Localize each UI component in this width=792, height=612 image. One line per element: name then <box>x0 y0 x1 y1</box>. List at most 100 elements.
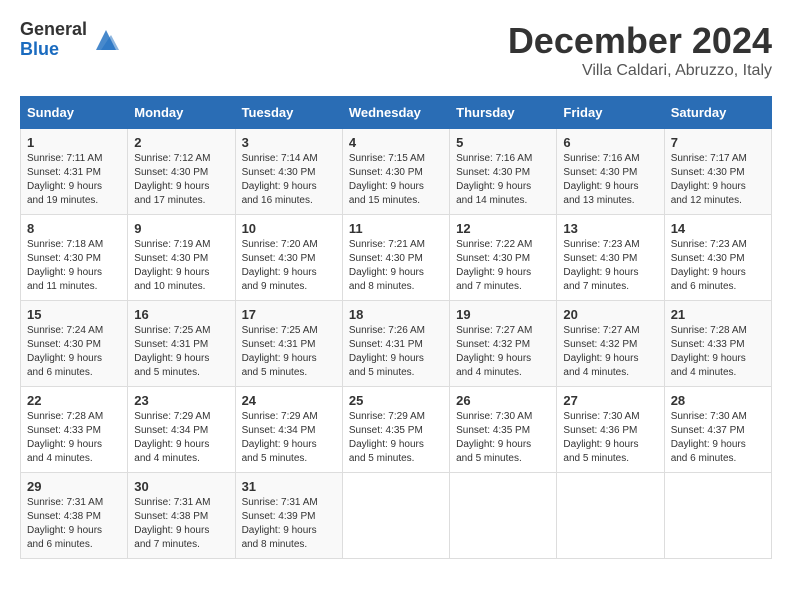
day-number: 7 <box>671 135 765 150</box>
day-number: 30 <box>134 479 228 494</box>
calendar-cell: 21 Sunrise: 7:28 AM Sunset: 4:33 PM Dayl… <box>664 301 771 387</box>
day-header-wednesday: Wednesday <box>342 97 449 129</box>
day-info: Sunrise: 7:21 AM Sunset: 4:30 PM Dayligh… <box>349 238 443 294</box>
day-number: 8 <box>27 221 121 236</box>
day-number: 5 <box>456 135 550 150</box>
day-info: Sunrise: 7:31 AM Sunset: 4:38 PM Dayligh… <box>27 496 121 552</box>
day-info: Sunrise: 7:27 AM Sunset: 4:32 PM Dayligh… <box>456 324 550 380</box>
calendar-week-row: 22 Sunrise: 7:28 AM Sunset: 4:33 PM Dayl… <box>21 387 772 473</box>
day-info: Sunrise: 7:18 AM Sunset: 4:30 PM Dayligh… <box>27 238 121 294</box>
day-number: 1 <box>27 135 121 150</box>
calendar-cell: 15 Sunrise: 7:24 AM Sunset: 4:30 PM Dayl… <box>21 301 128 387</box>
calendar-cell: 10 Sunrise: 7:20 AM Sunset: 4:30 PM Dayl… <box>235 215 342 301</box>
calendar-cell: 26 Sunrise: 7:30 AM Sunset: 4:35 PM Dayl… <box>450 387 557 473</box>
day-number: 22 <box>27 393 121 408</box>
day-number: 20 <box>563 307 657 322</box>
calendar-cell: 12 Sunrise: 7:22 AM Sunset: 4:30 PM Dayl… <box>450 215 557 301</box>
calendar-cell: 2 Sunrise: 7:12 AM Sunset: 4:30 PM Dayli… <box>128 129 235 215</box>
day-number: 15 <box>27 307 121 322</box>
day-header-sunday: Sunday <box>21 97 128 129</box>
month-title: December 2024 <box>508 20 772 62</box>
calendar: SundayMondayTuesdayWednesdayThursdayFrid… <box>20 96 772 559</box>
day-number: 9 <box>134 221 228 236</box>
calendar-cell: 16 Sunrise: 7:25 AM Sunset: 4:31 PM Dayl… <box>128 301 235 387</box>
day-info: Sunrise: 7:27 AM Sunset: 4:32 PM Dayligh… <box>563 324 657 380</box>
calendar-cell: 18 Sunrise: 7:26 AM Sunset: 4:31 PM Dayl… <box>342 301 449 387</box>
day-info: Sunrise: 7:24 AM Sunset: 4:30 PM Dayligh… <box>27 324 121 380</box>
day-header-thursday: Thursday <box>450 97 557 129</box>
calendar-cell <box>664 473 771 559</box>
calendar-cell: 31 Sunrise: 7:31 AM Sunset: 4:39 PM Dayl… <box>235 473 342 559</box>
calendar-week-row: 1 Sunrise: 7:11 AM Sunset: 4:31 PM Dayli… <box>21 129 772 215</box>
day-info: Sunrise: 7:11 AM Sunset: 4:31 PM Dayligh… <box>27 152 121 208</box>
day-info: Sunrise: 7:31 AM Sunset: 4:38 PM Dayligh… <box>134 496 228 552</box>
day-info: Sunrise: 7:14 AM Sunset: 4:30 PM Dayligh… <box>242 152 336 208</box>
calendar-cell: 30 Sunrise: 7:31 AM Sunset: 4:38 PM Dayl… <box>128 473 235 559</box>
day-number: 2 <box>134 135 228 150</box>
calendar-cell: 1 Sunrise: 7:11 AM Sunset: 4:31 PM Dayli… <box>21 129 128 215</box>
day-header-tuesday: Tuesday <box>235 97 342 129</box>
day-number: 29 <box>27 479 121 494</box>
day-number: 3 <box>242 135 336 150</box>
day-header-saturday: Saturday <box>664 97 771 129</box>
day-number: 24 <box>242 393 336 408</box>
calendar-cell: 19 Sunrise: 7:27 AM Sunset: 4:32 PM Dayl… <box>450 301 557 387</box>
day-number: 16 <box>134 307 228 322</box>
calendar-cell: 20 Sunrise: 7:27 AM Sunset: 4:32 PM Dayl… <box>557 301 664 387</box>
calendar-cell: 23 Sunrise: 7:29 AM Sunset: 4:34 PM Dayl… <box>128 387 235 473</box>
day-number: 23 <box>134 393 228 408</box>
day-number: 11 <box>349 221 443 236</box>
calendar-cell: 8 Sunrise: 7:18 AM Sunset: 4:30 PM Dayli… <box>21 215 128 301</box>
calendar-cell <box>342 473 449 559</box>
logo-icon <box>91 25 121 55</box>
day-number: 27 <box>563 393 657 408</box>
day-info: Sunrise: 7:15 AM Sunset: 4:30 PM Dayligh… <box>349 152 443 208</box>
day-number: 14 <box>671 221 765 236</box>
calendar-cell: 13 Sunrise: 7:23 AM Sunset: 4:30 PM Dayl… <box>557 215 664 301</box>
day-number: 19 <box>456 307 550 322</box>
day-info: Sunrise: 7:29 AM Sunset: 4:34 PM Dayligh… <box>242 410 336 466</box>
day-number: 6 <box>563 135 657 150</box>
day-info: Sunrise: 7:29 AM Sunset: 4:34 PM Dayligh… <box>134 410 228 466</box>
calendar-cell: 4 Sunrise: 7:15 AM Sunset: 4:30 PM Dayli… <box>342 129 449 215</box>
day-number: 26 <box>456 393 550 408</box>
calendar-header-row: SundayMondayTuesdayWednesdayThursdayFrid… <box>21 97 772 129</box>
calendar-week-row: 8 Sunrise: 7:18 AM Sunset: 4:30 PM Dayli… <box>21 215 772 301</box>
day-number: 17 <box>242 307 336 322</box>
day-info: Sunrise: 7:23 AM Sunset: 4:30 PM Dayligh… <box>563 238 657 294</box>
day-info: Sunrise: 7:30 AM Sunset: 4:36 PM Dayligh… <box>563 410 657 466</box>
day-info: Sunrise: 7:16 AM Sunset: 4:30 PM Dayligh… <box>456 152 550 208</box>
day-info: Sunrise: 7:30 AM Sunset: 4:37 PM Dayligh… <box>671 410 765 466</box>
day-info: Sunrise: 7:30 AM Sunset: 4:35 PM Dayligh… <box>456 410 550 466</box>
day-info: Sunrise: 7:22 AM Sunset: 4:30 PM Dayligh… <box>456 238 550 294</box>
calendar-cell: 17 Sunrise: 7:25 AM Sunset: 4:31 PM Dayl… <box>235 301 342 387</box>
location-title: Villa Caldari, Abruzzo, Italy <box>508 62 772 80</box>
calendar-cell: 25 Sunrise: 7:29 AM Sunset: 4:35 PM Dayl… <box>342 387 449 473</box>
calendar-cell: 9 Sunrise: 7:19 AM Sunset: 4:30 PM Dayli… <box>128 215 235 301</box>
calendar-cell: 22 Sunrise: 7:28 AM Sunset: 4:33 PM Dayl… <box>21 387 128 473</box>
day-number: 13 <box>563 221 657 236</box>
day-header-monday: Monday <box>128 97 235 129</box>
day-number: 4 <box>349 135 443 150</box>
title-section: December 2024 Villa Caldari, Abruzzo, It… <box>508 20 772 80</box>
day-number: 18 <box>349 307 443 322</box>
calendar-cell: 28 Sunrise: 7:30 AM Sunset: 4:37 PM Dayl… <box>664 387 771 473</box>
calendar-cell: 27 Sunrise: 7:30 AM Sunset: 4:36 PM Dayl… <box>557 387 664 473</box>
logo: General Blue <box>20 20 121 60</box>
calendar-cell: 7 Sunrise: 7:17 AM Sunset: 4:30 PM Dayli… <box>664 129 771 215</box>
calendar-cell: 6 Sunrise: 7:16 AM Sunset: 4:30 PM Dayli… <box>557 129 664 215</box>
day-info: Sunrise: 7:23 AM Sunset: 4:30 PM Dayligh… <box>671 238 765 294</box>
day-info: Sunrise: 7:25 AM Sunset: 4:31 PM Dayligh… <box>134 324 228 380</box>
calendar-cell: 14 Sunrise: 7:23 AM Sunset: 4:30 PM Dayl… <box>664 215 771 301</box>
day-info: Sunrise: 7:28 AM Sunset: 4:33 PM Dayligh… <box>671 324 765 380</box>
calendar-cell: 5 Sunrise: 7:16 AM Sunset: 4:30 PM Dayli… <box>450 129 557 215</box>
logo-blue-text: Blue <box>20 40 87 60</box>
day-info: Sunrise: 7:28 AM Sunset: 4:33 PM Dayligh… <box>27 410 121 466</box>
calendar-cell: 3 Sunrise: 7:14 AM Sunset: 4:30 PM Dayli… <box>235 129 342 215</box>
calendar-cell <box>557 473 664 559</box>
calendar-week-row: 15 Sunrise: 7:24 AM Sunset: 4:30 PM Dayl… <box>21 301 772 387</box>
calendar-cell <box>450 473 557 559</box>
day-info: Sunrise: 7:20 AM Sunset: 4:30 PM Dayligh… <box>242 238 336 294</box>
logo-general-text: General <box>20 20 87 40</box>
day-info: Sunrise: 7:31 AM Sunset: 4:39 PM Dayligh… <box>242 496 336 552</box>
